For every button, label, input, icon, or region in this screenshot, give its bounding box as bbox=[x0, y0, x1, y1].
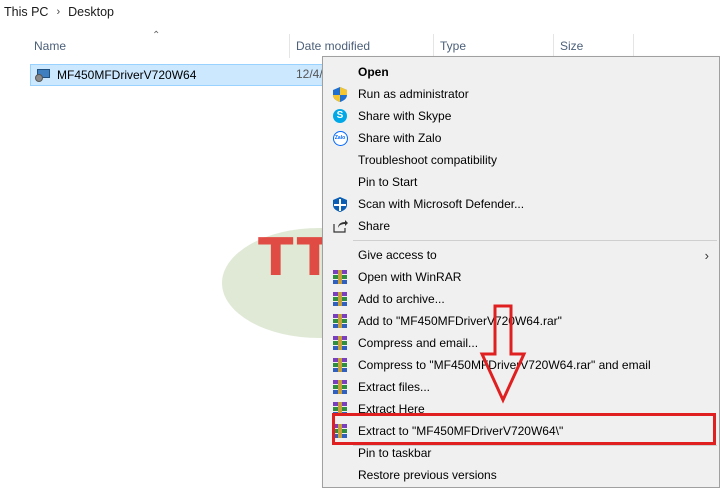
chevron-right-icon: › bbox=[704, 247, 709, 263]
winrar-icon bbox=[332, 379, 348, 395]
menu-item-label: Open bbox=[358, 65, 389, 79]
column-headers: Name Date modified Type Size bbox=[0, 34, 720, 58]
menu-item-label: Give access to bbox=[358, 248, 437, 262]
breadcrumb-desktop[interactable]: Desktop bbox=[68, 5, 114, 19]
breadcrumb-this-pc[interactable]: This PC bbox=[4, 5, 48, 19]
winrar-icon bbox=[332, 313, 348, 329]
chevron-right-icon: › bbox=[56, 6, 61, 18]
menu-divider bbox=[353, 240, 717, 241]
file-date-modified: 12/4/ bbox=[296, 67, 323, 81]
file-name: MF450MFDriverV720W64 bbox=[57, 68, 197, 82]
highlight-box-annotation bbox=[332, 413, 716, 445]
file-row-selected[interactable]: MF450MFDriverV720W64 bbox=[30, 64, 330, 86]
menu-item-pin-to-taskbar[interactable]: Pin to taskbar bbox=[323, 442, 719, 464]
winrar-icon bbox=[332, 357, 348, 373]
menu-item-label: Compress and email... bbox=[358, 336, 479, 350]
zalo-icon-text: Zalo bbox=[332, 130, 348, 146]
menu-item-run-as-administrator[interactable]: Run as administrator bbox=[323, 83, 719, 105]
menu-item-label: Share with Zalo bbox=[358, 131, 442, 145]
menu-item-restore-previous-versions[interactable]: Restore previous versions bbox=[323, 464, 719, 486]
breadcrumb: This PC › Desktop bbox=[0, 0, 114, 24]
menu-item-give-access-to[interactable]: Give access to › bbox=[323, 244, 719, 266]
menu-item-label: Troubleshoot compatibility bbox=[358, 153, 497, 167]
defender-icon bbox=[332, 196, 348, 212]
menu-item-open-with-winrar[interactable]: Open with WinRAR bbox=[323, 266, 719, 288]
column-header-type[interactable]: Type bbox=[434, 34, 554, 58]
winrar-icon bbox=[332, 291, 348, 307]
winrar-icon bbox=[332, 269, 348, 285]
menu-item-troubleshoot-compatibility[interactable]: Troubleshoot compatibility bbox=[323, 149, 719, 171]
menu-item-label: Share with Skype bbox=[358, 109, 452, 123]
menu-item-label: Add to "MF450MFDriverV720W64.rar" bbox=[358, 314, 562, 328]
menu-item-label: Run as administrator bbox=[358, 87, 469, 101]
menu-item-share-with-zalo[interactable]: Zalo Share with Zalo bbox=[323, 127, 719, 149]
menu-item-label: Pin to Start bbox=[358, 175, 418, 189]
menu-item-share[interactable]: Share bbox=[323, 215, 719, 237]
column-header-size[interactable]: Size bbox=[554, 34, 634, 58]
menu-item-label: Scan with Microsoft Defender... bbox=[358, 197, 525, 211]
uac-shield-icon bbox=[332, 86, 348, 102]
winrar-icon bbox=[332, 335, 348, 351]
menu-item-label: Extract files... bbox=[358, 380, 431, 394]
menu-item-open[interactable]: Open bbox=[323, 61, 719, 83]
menu-item-label: Open with WinRAR bbox=[358, 270, 462, 284]
column-header-date-modified[interactable]: Date modified bbox=[290, 34, 434, 58]
skype-icon: S bbox=[332, 108, 348, 124]
down-arrow-annotation-icon bbox=[479, 304, 527, 404]
menu-item-label: Restore previous versions bbox=[358, 468, 497, 482]
menu-item-scan-with-defender[interactable]: Scan with Microsoft Defender... bbox=[323, 193, 719, 215]
menu-item-share-with-skype[interactable]: S Share with Skype bbox=[323, 105, 719, 127]
menu-item-label: Share bbox=[358, 219, 391, 233]
share-icon bbox=[332, 218, 348, 234]
menu-item-pin-to-start[interactable]: Pin to Start bbox=[323, 171, 719, 193]
menu-item-label: Add to archive... bbox=[358, 292, 445, 306]
zalo-icon: Zalo bbox=[332, 130, 348, 146]
menu-item-label: Pin to taskbar bbox=[358, 446, 432, 460]
installer-file-icon bbox=[35, 67, 53, 83]
column-header-name[interactable]: Name bbox=[28, 34, 290, 58]
